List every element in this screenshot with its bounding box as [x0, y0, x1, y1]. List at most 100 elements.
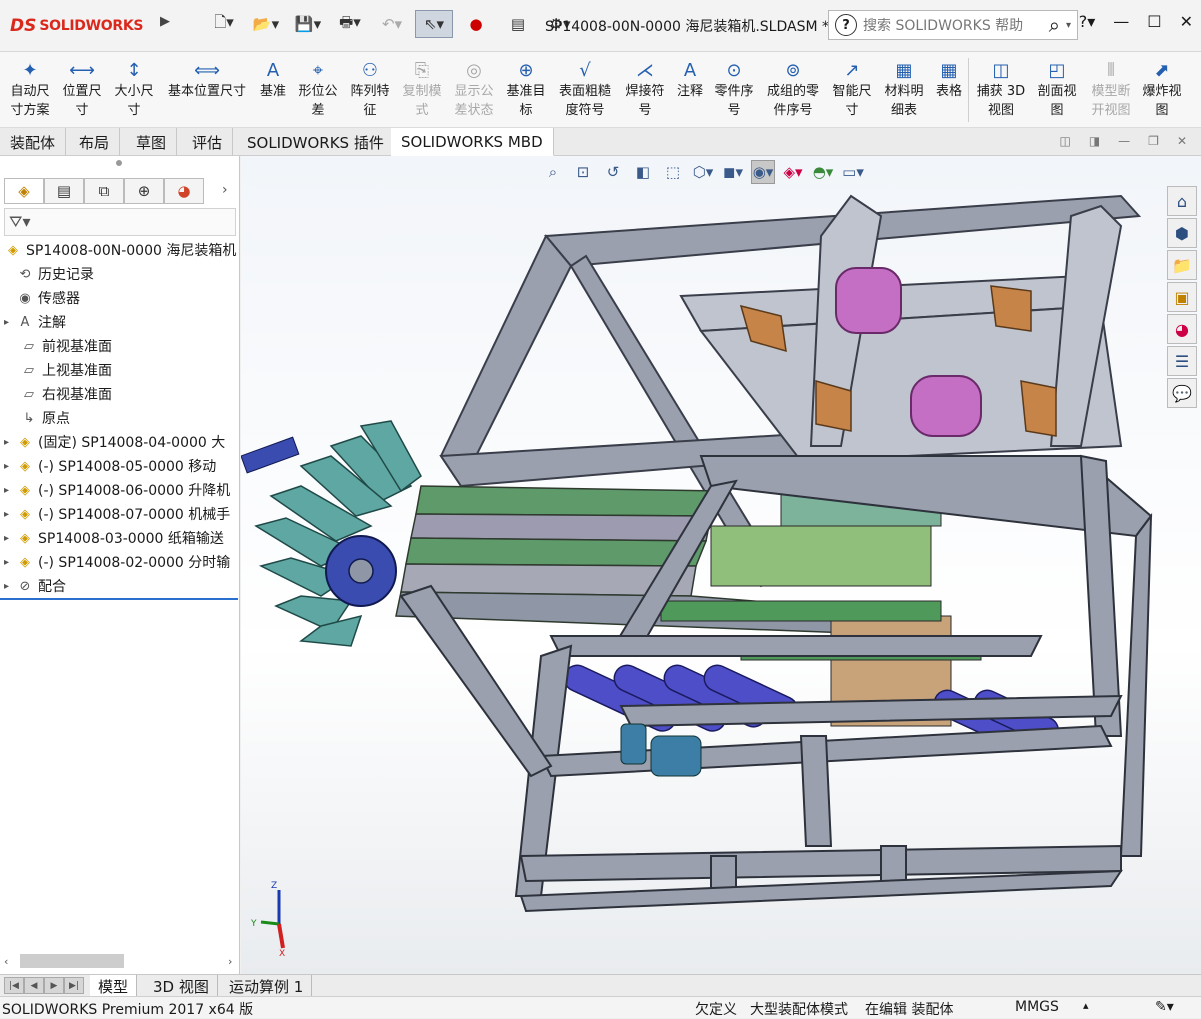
command-datum-button[interactable]: A 基准 — [254, 58, 292, 101]
traffic-light-icon[interactable]: ● — [457, 10, 495, 38]
assembly-model[interactable] — [241, 156, 1201, 974]
command-datum-target-button[interactable]: ⊕ 基准目 标 — [500, 58, 552, 120]
configuration-manager-tab-icon[interactable]: ⧉ — [84, 178, 124, 204]
next-tab-icon[interactable]: ▶ — [44, 977, 64, 994]
tree-item[interactable]: ▸ ◈ SP14008-03-0000 纸箱输送 — [0, 526, 240, 550]
file-explorer-icon[interactable]: ▣ — [1167, 282, 1197, 312]
tree-item[interactable]: ▸ ◈ (-) SP14008-05-0000 移动 — [0, 454, 240, 478]
menu-expand-icon[interactable]: ▶ — [160, 14, 170, 29]
restore-pane-icon[interactable]: ◫ — [1059, 134, 1070, 148]
select-icon[interactable]: ⇖▾ — [415, 10, 453, 38]
expand-arrow-icon[interactable]: ▸ — [4, 461, 16, 472]
command-model-break-view-button[interactable]: ⫴ 模型断 开视图 — [1084, 58, 1138, 120]
help-icon[interactable]: ?▾ — [1079, 12, 1096, 31]
tab-motion-study[interactable]: 运动算例 1 — [221, 975, 313, 997]
help-search-box[interactable]: ? 搜索 SOLIDWORKS 帮助 ⌕ ▾ — [828, 10, 1078, 40]
search-input[interactable]: 搜索 SOLIDWORKS 帮助 — [863, 15, 1049, 35]
print-icon[interactable]: 🖶▾ — [331, 10, 369, 38]
tab-sketch[interactable]: 草图 — [126, 128, 178, 156]
tree-item[interactable]: ▱ 前视基准面 — [0, 334, 240, 358]
command-auto-dimension-button[interactable]: ✦ 自动尺 寸方案 — [4, 58, 56, 120]
scroll-right-icon[interactable]: › — [228, 955, 232, 968]
command-smart-dimension-button[interactable]: ↗ 智能尺 寸 — [826, 58, 878, 120]
solidworks-logo[interactable]: DS SOLIDWORKS — [10, 10, 155, 42]
command-table-button[interactable]: ▦ 表格 — [930, 58, 968, 101]
doc-minimize-button[interactable]: — — [1118, 134, 1130, 148]
panel-grip[interactable] — [116, 160, 122, 166]
last-tab-icon[interactable]: ▶| — [64, 977, 84, 994]
save-icon[interactable]: 💾▾ — [289, 10, 327, 38]
command-size-dimension-button[interactable]: ↕ 大小尺 寸 — [108, 58, 160, 120]
command-weld-symbol-button[interactable]: ⋌ 焊接符 号 — [618, 58, 672, 120]
command-basic-location-dimension-button[interactable]: ⟺ 基本位置尺寸 — [160, 58, 254, 101]
command-balloon-button[interactable]: ⊙ 零件序 号 — [708, 58, 760, 120]
appearances-icon[interactable]: ◕ — [1167, 314, 1197, 344]
tab-assembly[interactable]: 装配体 — [0, 128, 67, 156]
tree-filter[interactable]: ⛛▾ — [4, 208, 236, 236]
forum-icon[interactable]: 💬 — [1167, 378, 1197, 408]
tree-item[interactable]: ◉ 传感器 — [0, 286, 240, 310]
expand-arrow-icon[interactable]: ▸ — [4, 437, 16, 448]
search-dropdown-icon[interactable]: ▾ — [1066, 20, 1071, 31]
command-pattern-feature-button[interactable]: ⚇ 阵列特 征 — [344, 58, 396, 120]
design-library-icon[interactable]: 📁 — [1167, 250, 1197, 280]
feature-manager-tab-icon[interactable]: ◈ — [4, 178, 44, 204]
home-icon[interactable]: ⌂ — [1167, 186, 1197, 216]
open-icon[interactable]: 📂▾ — [247, 10, 285, 38]
property-manager-tab-icon[interactable]: ▤ — [44, 178, 84, 204]
scroll-left-icon[interactable]: ‹ — [4, 955, 8, 968]
tab-model[interactable]: 模型 — [90, 975, 138, 997]
command-section-view-button[interactable]: ◰ 剖面视 图 — [1030, 58, 1084, 120]
tree-item[interactable]: ▸ ◈ (固定) SP14008-04-0000 大 — [0, 430, 240, 454]
command-geometric-tolerance-button[interactable]: ⌖ 形位公 差 — [292, 58, 344, 120]
tree-horizontal-scrollbar[interactable]: ‹ › — [4, 952, 236, 970]
tree-item[interactable]: ▱ 右视基准面 — [0, 382, 240, 406]
command-show-tolerance-status-button[interactable]: ◎ 显示公 差状态 — [448, 58, 500, 120]
tree-item[interactable]: ↳ 原点 — [0, 406, 240, 430]
display-manager-tab-icon[interactable]: ◕ — [164, 178, 204, 204]
command-location-dimension-button[interactable]: ⟷ 位置尺 寸 — [56, 58, 108, 120]
undo-icon[interactable]: ↶▾ — [373, 10, 411, 38]
expand-arrow-icon[interactable]: ▸ — [4, 533, 16, 544]
tab-layout[interactable]: 布局 — [69, 128, 121, 156]
graphics-area[interactable]: ⌕ ⊡ ↺ ◧ ⬚ ⬡▾ ◼▾ ◉▾ ◈▾ ◓▾ ▭▾ ⌂ ⬢ 📁 ▣ ◕ ☰ … — [241, 156, 1201, 974]
unit-dropdown-icon[interactable]: ▴ — [1083, 999, 1089, 1012]
tree-item[interactable]: ▸ A 注解 — [0, 310, 240, 334]
minimize-button[interactable]: — — [1113, 12, 1129, 31]
command-copy-scheme-button[interactable]: ⎘ 复制模 式 — [396, 58, 448, 120]
expand-arrow-icon[interactable]: ▸ — [4, 485, 16, 496]
command-note-button[interactable]: A 注释 — [672, 58, 708, 101]
command-capture-3d-view-button[interactable]: ◫ 捕获 3D 视图 — [972, 58, 1030, 120]
tree-item[interactable]: ▸ ◈ (-) SP14008-02-0000 分时输 — [0, 550, 240, 574]
tree-rollback-bar[interactable] — [0, 598, 238, 600]
maximize-button[interactable]: ☐ — [1147, 12, 1161, 31]
tree-root[interactable]: ◈ SP14008-00N-0000 海尼装箱机 — [0, 238, 240, 262]
tab-mbd[interactable]: SOLIDWORKS MBD — [391, 128, 554, 156]
tree-item[interactable]: ▱ 上视基准面 — [0, 358, 240, 382]
tab-addins[interactable]: SOLIDWORKS 插件 — [237, 128, 395, 156]
command-explode-view-button[interactable]: ⬈ 爆炸视 图 — [1138, 58, 1186, 120]
tree-item[interactable]: ▸ ◈ (-) SP14008-07-0000 机械手 — [0, 502, 240, 526]
dimxpert-tab-icon[interactable]: ⊕ — [124, 178, 164, 204]
expand-arrow-icon[interactable]: ▸ — [4, 581, 16, 592]
first-tab-icon[interactable]: |◀ — [4, 977, 24, 994]
3d-content-icon[interactable]: ⬢ — [1167, 218, 1197, 248]
new-document-icon[interactable]: 🗋▾ — [205, 10, 243, 38]
panel-tabs-more-icon[interactable]: › — [222, 182, 228, 198]
command-stacked-balloon-button[interactable]: ⊚ 成组的零 件序号 — [760, 58, 826, 120]
command-surface-finish-button[interactable]: √ 表面粗糙 度符号 — [552, 58, 618, 120]
custom-properties-icon[interactable]: ☰ — [1167, 346, 1197, 376]
expand-arrow-icon[interactable]: ▸ — [4, 317, 16, 328]
quick-tips-icon[interactable]: ✎▾ — [1155, 999, 1174, 1015]
search-icon[interactable]: ⌕ — [1049, 13, 1060, 37]
tree-item[interactable]: ▸ ⊘ 配合 — [0, 574, 240, 598]
prev-tab-icon[interactable]: ◀ — [24, 977, 44, 994]
expand-arrow-icon[interactable]: ▸ — [4, 557, 16, 568]
tile-pane-icon[interactable]: ◨ — [1089, 134, 1100, 148]
tree-item[interactable]: ⟲ 历史记录 — [0, 262, 240, 286]
expand-arrow-icon[interactable]: ▸ — [4, 509, 16, 520]
scroll-thumb[interactable] — [20, 954, 124, 968]
unit-system[interactable]: MMGS — [1015, 999, 1059, 1015]
tab-3d-views[interactable]: 3D 视图 — [145, 975, 218, 997]
doc-restore-button[interactable]: ❐ — [1148, 134, 1159, 148]
